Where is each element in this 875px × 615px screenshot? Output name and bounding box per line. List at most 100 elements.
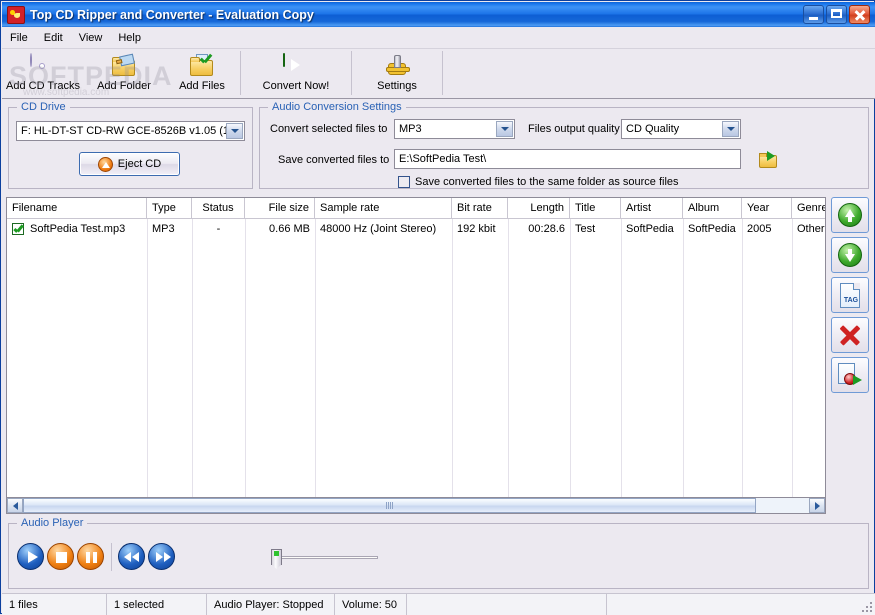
move-down-button[interactable] <box>831 237 869 273</box>
column-header-album[interactable]: Album <box>683 198 742 218</box>
column-header-status[interactable]: Status <box>192 198 245 218</box>
output-quality-select[interactable]: CD Quality <box>621 119 741 139</box>
toolbar-settings[interactable]: Settings <box>352 49 442 96</box>
menu-item-view[interactable]: View <box>71 30 111 46</box>
cell-album: SoftPedia <box>688 222 736 235</box>
grid-line <box>792 219 793 513</box>
horizontal-scrollbar[interactable] <box>6 497 826 514</box>
toolbar-add-folder[interactable]: Add Folder <box>84 49 164 96</box>
same-folder-label: Save converted files to the same folder … <box>415 176 679 188</box>
convert-to-label: Convert selected files to <box>270 123 388 135</box>
grid-line <box>621 219 622 513</box>
volume-slider[interactable] <box>266 549 381 565</box>
scroll-left-button[interactable] <box>7 498 23 513</box>
rewind-icon <box>124 552 131 562</box>
column-header-file-size[interactable]: File size <box>245 198 315 218</box>
open-folder-icon[interactable] <box>759 151 781 170</box>
grid-line <box>508 219 509 513</box>
scrollbar-track[interactable] <box>756 498 809 513</box>
column-header-year[interactable]: Year <box>742 198 792 218</box>
output-quality-label: Files output quality : <box>528 123 626 135</box>
rewind-button[interactable] <box>118 543 145 570</box>
title-bar: Top CD Ripper and Converter - Evaluation… <box>2 2 875 27</box>
column-header-sample-rate[interactable]: Sample rate <box>315 198 452 218</box>
maximize-button[interactable] <box>826 5 847 24</box>
status-bar: 1 files 1 selected Audio Player: Stopped… <box>2 593 875 615</box>
status-selected-count: 1 selected <box>107 594 207 615</box>
audio-player-group-title: Audio Player <box>17 517 88 529</box>
cell-year: 2005 <box>747 222 772 235</box>
chevron-down-icon[interactable] <box>226 123 243 139</box>
minimize-button[interactable] <box>803 5 824 24</box>
menu-item-edit[interactable]: Edit <box>36 30 71 46</box>
grid-line <box>683 219 684 513</box>
toolbar-add-files[interactable]: Add Files <box>164 49 240 96</box>
conversion-group-title: Audio Conversion Settings <box>268 101 406 113</box>
cd-drive-select[interactable]: F: HL-DT-ST CD-RW GCE-8526B v1.05 (1: <box>16 121 245 141</box>
same-folder-checkbox[interactable] <box>398 176 410 188</box>
scrollbar-thumb[interactable] <box>23 498 756 513</box>
toolbar-label: Settings <box>377 79 417 92</box>
window-controls <box>801 5 875 24</box>
output-path-value: E:\SoftPedia Test\ <box>399 153 487 165</box>
window-title: Top CD Ripper and Converter - Evaluation… <box>30 7 314 22</box>
status-volume: Volume: 50 <box>335 594 407 615</box>
scroll-right-button[interactable] <box>809 498 825 513</box>
output-quality-value: CD Quality <box>626 123 680 135</box>
red-x-icon <box>838 323 862 347</box>
volume-track[interactable] <box>275 556 378 559</box>
cell-bit-rate: 192 kbit <box>457 222 496 235</box>
app-icon <box>7 5 25 24</box>
player-separator <box>111 543 112 571</box>
volume-thumb[interactable] <box>271 549 282 565</box>
close-button[interactable] <box>849 5 870 24</box>
cd-icon <box>30 52 56 79</box>
forward-button[interactable] <box>148 543 175 570</box>
output-path-input[interactable]: E:\SoftPedia Test\ <box>394 149 741 169</box>
grid-line <box>742 219 743 513</box>
column-header-filename[interactable]: Filename <box>7 198 147 218</box>
pause-button[interactable] <box>77 543 104 570</box>
chevron-down-icon[interactable] <box>496 121 513 137</box>
column-header-type[interactable]: Type <box>147 198 192 218</box>
cell-file-size: 0.66 MB <box>269 222 310 235</box>
stop-button[interactable] <box>47 543 74 570</box>
cell-artist: SoftPedia <box>626 222 674 235</box>
menu-bar: File Edit View Help <box>2 27 875 49</box>
status-player-state: Audio Player: Stopped <box>207 594 335 615</box>
refresh-button[interactable] <box>831 357 869 393</box>
edit-tag-button[interactable]: TAG <box>831 277 869 313</box>
folder-edit-icon <box>111 53 137 79</box>
tag-document-icon: TAG <box>840 282 860 308</box>
grid-line <box>245 219 246 513</box>
column-header-title[interactable]: Title <box>570 198 621 218</box>
file-list-header: Filename Type Status File size Sample rate Bi… <box>7 198 825 219</box>
toolbar-label: Add Folder <box>97 79 151 92</box>
remove-button[interactable] <box>831 317 869 353</box>
column-header-bit-rate[interactable]: Bit rate <box>452 198 508 218</box>
cd-drive-group-title: CD Drive <box>17 101 70 113</box>
column-header-artist[interactable]: Artist <box>621 198 683 218</box>
play-button[interactable] <box>17 543 44 570</box>
cell-type: MP3 <box>152 222 175 235</box>
green-play-icon <box>283 52 309 79</box>
cell-sample-rate: 48000 Hz (Joint Stereo) <box>320 222 437 235</box>
toolbar-convert-now[interactable]: Convert Now! <box>241 49 351 96</box>
move-up-button[interactable] <box>831 197 869 233</box>
menu-item-help[interactable]: Help <box>110 30 149 46</box>
column-header-length[interactable]: Length <box>508 198 570 218</box>
row-checkbox[interactable] <box>12 222 24 235</box>
cell-filename: SoftPedia Test.mp3 <box>7 219 147 238</box>
resize-grip[interactable] <box>861 601 873 613</box>
table-row[interactable]: SoftPedia Test.mp3 MP3 - 0.66 MB 48000 Hz (J… <box>7 219 825 238</box>
column-header-genre[interactable]: Genre <box>792 198 825 218</box>
play-icon <box>28 551 38 563</box>
output-format-select[interactable]: MP3 <box>394 119 515 139</box>
chevron-down-icon[interactable] <box>722 121 739 137</box>
toolbar-add-cd-tracks[interactable]: Add CD Tracks <box>2 49 84 96</box>
cell-length: 00:28.6 <box>528 222 565 235</box>
eject-cd-button[interactable]: Eject CD <box>79 152 180 176</box>
menu-item-file[interactable]: File <box>2 30 36 46</box>
toolbar-label: Add Files <box>179 79 225 92</box>
file-list[interactable]: Filename Type Status File size Sample rate Bi… <box>6 197 826 514</box>
